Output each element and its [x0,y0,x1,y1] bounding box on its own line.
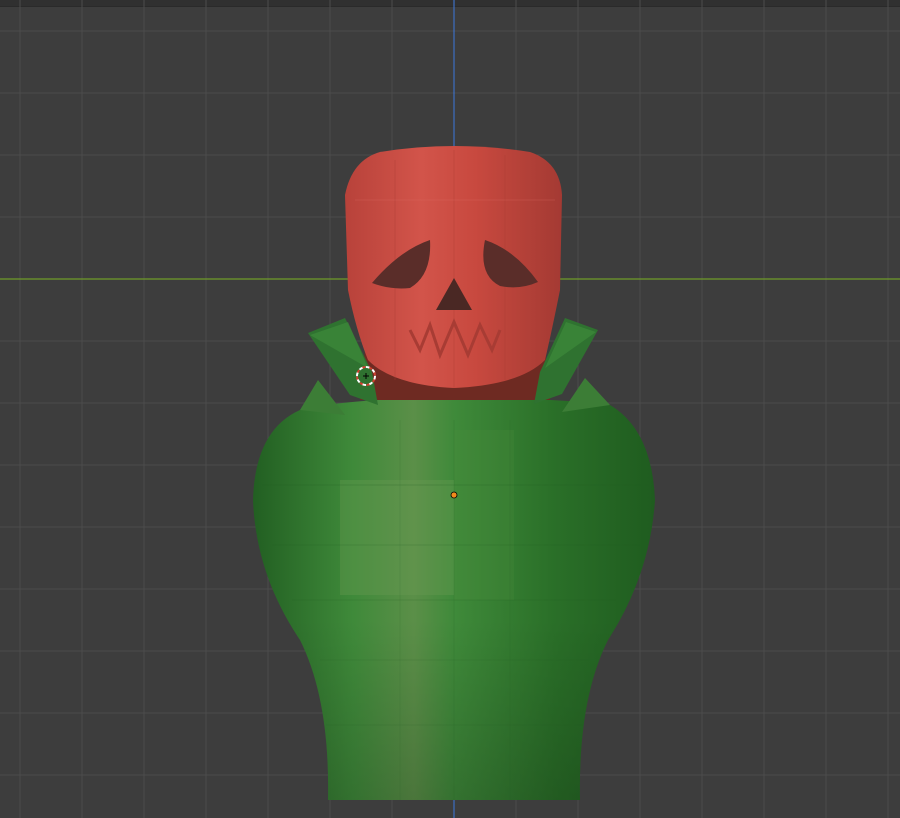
viewport-scene[interactable] [0,0,900,818]
object-origin-icon [450,491,458,499]
green-vase-body[interactable] [253,378,655,800]
skull-head[interactable] [345,146,562,388]
3d-viewport[interactable] [0,0,900,818]
